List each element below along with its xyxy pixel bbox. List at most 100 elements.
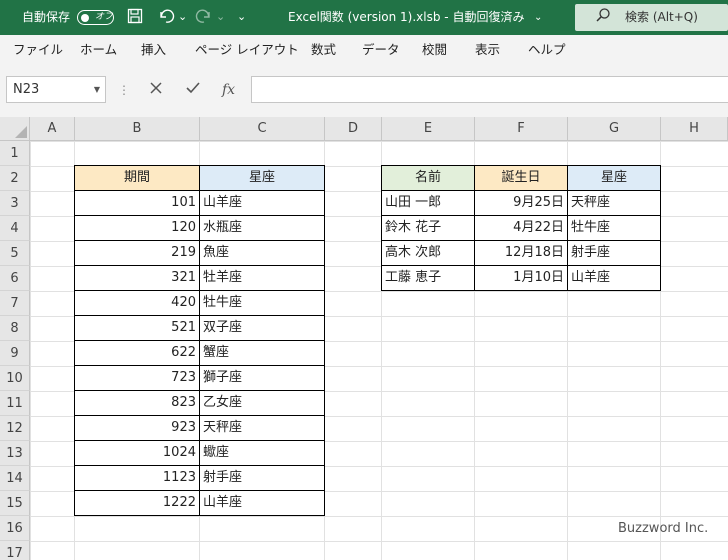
table-cell[interactable]: 521: [74, 315, 200, 341]
search-box[interactable]: 検索 (Alt+Q): [575, 4, 728, 31]
table-cell[interactable]: 1月10日: [474, 265, 568, 291]
table-header-cell[interactable]: 期間: [74, 165, 200, 191]
table-cell[interactable]: 射手座: [199, 465, 325, 491]
table-cell[interactable]: 鈴木 花子: [381, 215, 475, 241]
table-header-cell[interactable]: 星座: [567, 165, 661, 191]
table-cell[interactable]: 1222: [74, 490, 200, 516]
table-cell[interactable]: 101: [74, 190, 200, 216]
table-cell[interactable]: 219: [74, 240, 200, 266]
insert-function-button[interactable]: fx: [222, 80, 235, 100]
table-cell[interactable]: 9月25日: [474, 190, 568, 216]
autosave-toggle[interactable]: オフ: [77, 10, 114, 25]
table-cell[interactable]: 蠍座: [199, 440, 325, 466]
table-cell[interactable]: 双子座: [199, 315, 325, 341]
select-all-button[interactable]: [0, 117, 30, 141]
cancel-icon[interactable]: [150, 80, 162, 100]
table-header-cell[interactable]: 星座: [199, 165, 325, 191]
table-cell[interactable]: 牡牛座: [567, 215, 661, 241]
redo-icon[interactable]: [195, 8, 213, 28]
table-cell[interactable]: 山田 一郎: [381, 190, 475, 216]
table-cell[interactable]: 山羊座: [199, 190, 325, 216]
row-header[interactable]: 8: [0, 316, 30, 341]
formula-input[interactable]: [251, 76, 728, 103]
row-header[interactable]: 4: [0, 216, 30, 241]
table-cell[interactable]: 水瓶座: [199, 215, 325, 241]
table-cell[interactable]: 山羊座: [199, 490, 325, 516]
tab-data[interactable]: データ: [362, 35, 400, 67]
row-header[interactable]: 5: [0, 241, 30, 266]
redo-dropdown-icon[interactable]: ⌄: [216, 8, 225, 26]
row-header[interactable]: 6: [0, 266, 30, 291]
tab-view[interactable]: 表示: [475, 35, 500, 67]
table-cell[interactable]: 牡羊座: [199, 265, 325, 291]
table-cell[interactable]: 4月22日: [474, 215, 568, 241]
undo-icon[interactable]: [157, 8, 175, 28]
table-cell[interactable]: 622: [74, 340, 200, 366]
table-cell[interactable]: 420: [74, 290, 200, 316]
row-header[interactable]: 12: [0, 416, 30, 441]
table-cell[interactable]: 獅子座: [199, 365, 325, 391]
tab-insert[interactable]: 挿入: [141, 35, 166, 67]
table-cell[interactable]: 321: [74, 265, 200, 291]
column-header-f[interactable]: F: [475, 117, 568, 141]
search-label: 検索 (Alt+Q): [625, 10, 698, 24]
table-cell[interactable]: 牡牛座: [199, 290, 325, 316]
table-cell[interactable]: 山羊座: [567, 265, 661, 291]
table-cell[interactable]: 1024: [74, 440, 200, 466]
table-cell[interactable]: 723: [74, 365, 200, 391]
row-header[interactable]: 15: [0, 491, 30, 516]
column-header-c[interactable]: C: [200, 117, 325, 141]
table-cell[interactable]: 天秤座: [567, 190, 661, 216]
row-header[interactable]: 9: [0, 341, 30, 366]
row-header[interactable]: 14: [0, 466, 30, 491]
name-box-dropdown-icon[interactable]: ▼: [94, 77, 100, 102]
table-cell[interactable]: 高木 次郎: [381, 240, 475, 266]
autosave-state: オフ: [95, 12, 114, 22]
tab-help[interactable]: ヘルプ: [528, 35, 566, 67]
name-box[interactable]: N23 ▼: [6, 76, 106, 103]
watermark: Buzzword Inc.: [618, 521, 709, 536]
formula-bar: N23 ▼ ⋮ fx: [0, 67, 728, 117]
customize-toolbar-icon[interactable]: ⌄: [237, 8, 246, 26]
more-options-icon[interactable]: ⋮: [118, 80, 130, 100]
tab-page-layout[interactable]: ページ レイアウト: [195, 35, 299, 67]
table-header-cell[interactable]: 名前: [381, 165, 475, 191]
table-header-cell[interactable]: 誕生日: [474, 165, 568, 191]
column-header-d[interactable]: D: [325, 117, 382, 141]
toggle-knob: [81, 13, 89, 22]
table-cell[interactable]: 923: [74, 415, 200, 441]
row-header[interactable]: 7: [0, 291, 30, 316]
table-cell[interactable]: 120: [74, 215, 200, 241]
row-header[interactable]: 1: [0, 141, 30, 166]
column-header-h[interactable]: H: [661, 117, 728, 141]
table-cell[interactable]: 12月18日: [474, 240, 568, 266]
title-chevron-icon[interactable]: ⌄: [534, 0, 542, 35]
table-cell[interactable]: 823: [74, 390, 200, 416]
undo-dropdown-icon[interactable]: ⌄: [178, 8, 187, 26]
column-header-a[interactable]: A: [30, 117, 75, 141]
save-icon[interactable]: [127, 8, 143, 28]
table-cell[interactable]: 工藤 恵子: [381, 265, 475, 291]
table-cell[interactable]: 蟹座: [199, 340, 325, 366]
row-header[interactable]: 13: [0, 441, 30, 466]
tab-formulas[interactable]: 数式: [311, 35, 336, 67]
table-cell[interactable]: 魚座: [199, 240, 325, 266]
table-cell[interactable]: 天秤座: [199, 415, 325, 441]
tab-review[interactable]: 校閲: [422, 35, 447, 67]
row-header[interactable]: 3: [0, 191, 30, 216]
tab-home[interactable]: ホーム: [80, 35, 117, 67]
table-cell[interactable]: 射手座: [567, 240, 661, 266]
column-header-e[interactable]: E: [382, 117, 475, 141]
enter-check-icon[interactable]: [186, 80, 200, 100]
row-header[interactable]: 11: [0, 391, 30, 416]
row-header[interactable]: 17: [0, 541, 30, 560]
row-header[interactable]: 16: [0, 516, 30, 541]
table-cell[interactable]: 乙女座: [199, 390, 325, 416]
row-header[interactable]: 10: [0, 366, 30, 391]
column-header-g[interactable]: G: [568, 117, 661, 141]
tab-file[interactable]: ファイル: [13, 35, 63, 67]
table-cell[interactable]: 1123: [74, 465, 200, 491]
column-header-b[interactable]: B: [75, 117, 200, 141]
row-header[interactable]: 2: [0, 166, 30, 191]
document-title[interactable]: Excel関数 (version 1).xlsb - 自動回復済み: [288, 0, 524, 35]
